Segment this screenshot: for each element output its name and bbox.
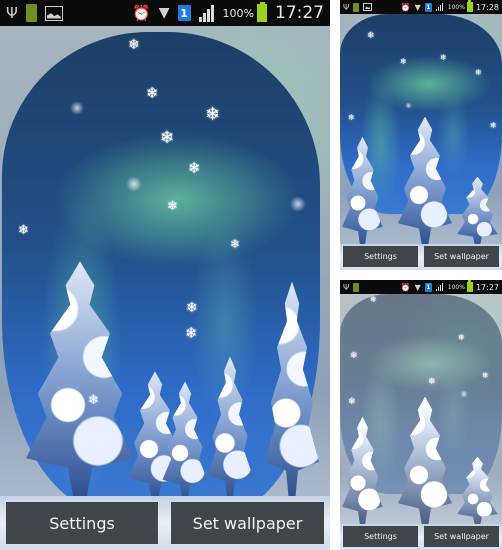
battery-icon — [466, 280, 473, 292]
snowflake-icon: ❄ — [475, 68, 482, 77]
snowy-tree — [342, 136, 383, 247]
snowflake-icon: ❄ — [350, 351, 358, 361]
snowy-tree — [457, 456, 498, 527]
usb-icon: Ψ — [343, 2, 350, 12]
set-wallpaper-button[interactable]: Set wallpaper — [424, 246, 499, 267]
snowflake-icon: ❄ — [185, 324, 198, 342]
battery-percent: 100% — [222, 6, 254, 20]
alarm-icon: ⏰ — [400, 2, 411, 12]
alarm-icon: ⏰ — [400, 282, 411, 292]
snow-orb — [405, 102, 412, 109]
gallery-icon — [363, 3, 373, 11]
preview-screen-top: Ψ ⏰ ▼ 1 100% 17:28 ❄ ❄ ❄ ❄ ❄ ❄ Settings … — [340, 0, 502, 270]
notification-badge-icon: 1 — [424, 2, 432, 12]
snowy-tree — [342, 416, 383, 527]
snow-orb — [460, 390, 468, 398]
wifi-icon: ▼ — [414, 282, 421, 292]
status-bar: Ψ ⏰ ▼ 1 100% 17:27 — [340, 280, 502, 294]
snowy-tree — [207, 356, 253, 502]
snowflake-icon: ❄ — [400, 57, 407, 66]
gallery-icon — [44, 5, 63, 21]
snowflake-icon: ❄ — [88, 393, 99, 408]
snowflake-icon: ❄ — [188, 159, 201, 177]
snowflake-icon: ❄ — [370, 295, 377, 304]
preview-screen-bottom: Ψ ⏰ ▼ 1 100% 17:27 ❄ ❄ ❄ ❄ ❄ ❄ Settings … — [340, 280, 502, 550]
snowy-tree — [457, 176, 498, 247]
wallpaper-scene: ❄ ❄ ❄ ❄ ❄ ❄ — [340, 14, 502, 270]
wifi-icon: ▼ — [158, 5, 170, 21]
snow-orb — [70, 101, 84, 115]
snowflake-icon: ❄ — [348, 397, 356, 407]
battery-saver-icon — [353, 282, 360, 292]
wifi-icon: ▼ — [414, 2, 421, 12]
notification-badge-icon: 1 — [424, 282, 432, 292]
main-phone-screen: Ψ ⏰ ▼ 1 100% 17:27 ❄ ❄ ❄ ❄ ❄ ❄ ❄ ❄ ❄ ❄ ❄… — [0, 0, 330, 550]
snowflake-icon: ❄ — [160, 128, 175, 148]
settings-button[interactable]: Settings — [343, 246, 418, 267]
settings-button[interactable]: Settings — [343, 526, 418, 547]
snowy-tree — [265, 281, 319, 502]
snowflake-icon: ❄ — [428, 377, 436, 387]
snowflake-icon: ❄ — [167, 199, 178, 214]
snowflake-icon: ❄ — [482, 371, 489, 380]
snowflake-icon: ❄ — [490, 121, 497, 130]
snowflake-icon: ❄ — [205, 104, 221, 125]
signal-icon — [435, 283, 444, 291]
snow-orb — [290, 196, 306, 212]
battery-icon — [466, 0, 473, 12]
signal-icon — [198, 4, 215, 22]
snowflake-icon: ❄ — [146, 84, 159, 102]
snowflake-icon: ❄ — [367, 31, 375, 41]
set-wallpaper-button[interactable]: Set wallpaper — [171, 502, 324, 544]
clock: 17:28 — [475, 2, 499, 12]
status-bar: Ψ ⏰ ▼ 1 100% 17:27 — [0, 0, 330, 26]
snowflake-icon: ❄ — [230, 237, 241, 251]
set-wallpaper-button[interactable]: Set wallpaper — [424, 526, 499, 547]
snow-orb — [126, 176, 142, 192]
battery-saver-icon — [25, 4, 37, 22]
clock: 17:27 — [475, 282, 499, 292]
settings-button[interactable]: Settings — [6, 502, 158, 544]
usb-icon: Ψ — [343, 282, 350, 292]
snowflake-icon: ❄ — [128, 37, 140, 53]
battery-saver-icon — [353, 2, 360, 12]
wallpaper-scene: ❄ ❄ ❄ ❄ ❄ ❄ — [340, 294, 502, 550]
alarm-icon: ⏰ — [132, 4, 151, 22]
snowy-tree — [26, 261, 134, 502]
status-bar: Ψ ⏰ ▼ 1 100% 17:28 — [340, 0, 502, 14]
usb-icon: Ψ — [6, 4, 18, 22]
snowflake-icon: ❄ — [348, 113, 355, 122]
notification-badge-icon: 1 — [177, 5, 191, 21]
battery-icon — [257, 2, 267, 22]
snowflake-icon: ❄ — [440, 53, 447, 62]
snowflake-icon: ❄ — [186, 300, 198, 316]
wallpaper-scene: ❄ ❄ ❄ ❄ ❄ ❄ ❄ ❄ ❄ ❄ ❄ — [0, 26, 330, 550]
battery-percent: 100% — [447, 283, 465, 291]
signal-icon — [435, 3, 444, 11]
clock: 17:27 — [275, 3, 324, 23]
snowflake-icon: ❄ — [18, 223, 29, 238]
battery-percent: 100% — [447, 3, 465, 11]
snowflake-icon: ❄ — [458, 333, 465, 342]
